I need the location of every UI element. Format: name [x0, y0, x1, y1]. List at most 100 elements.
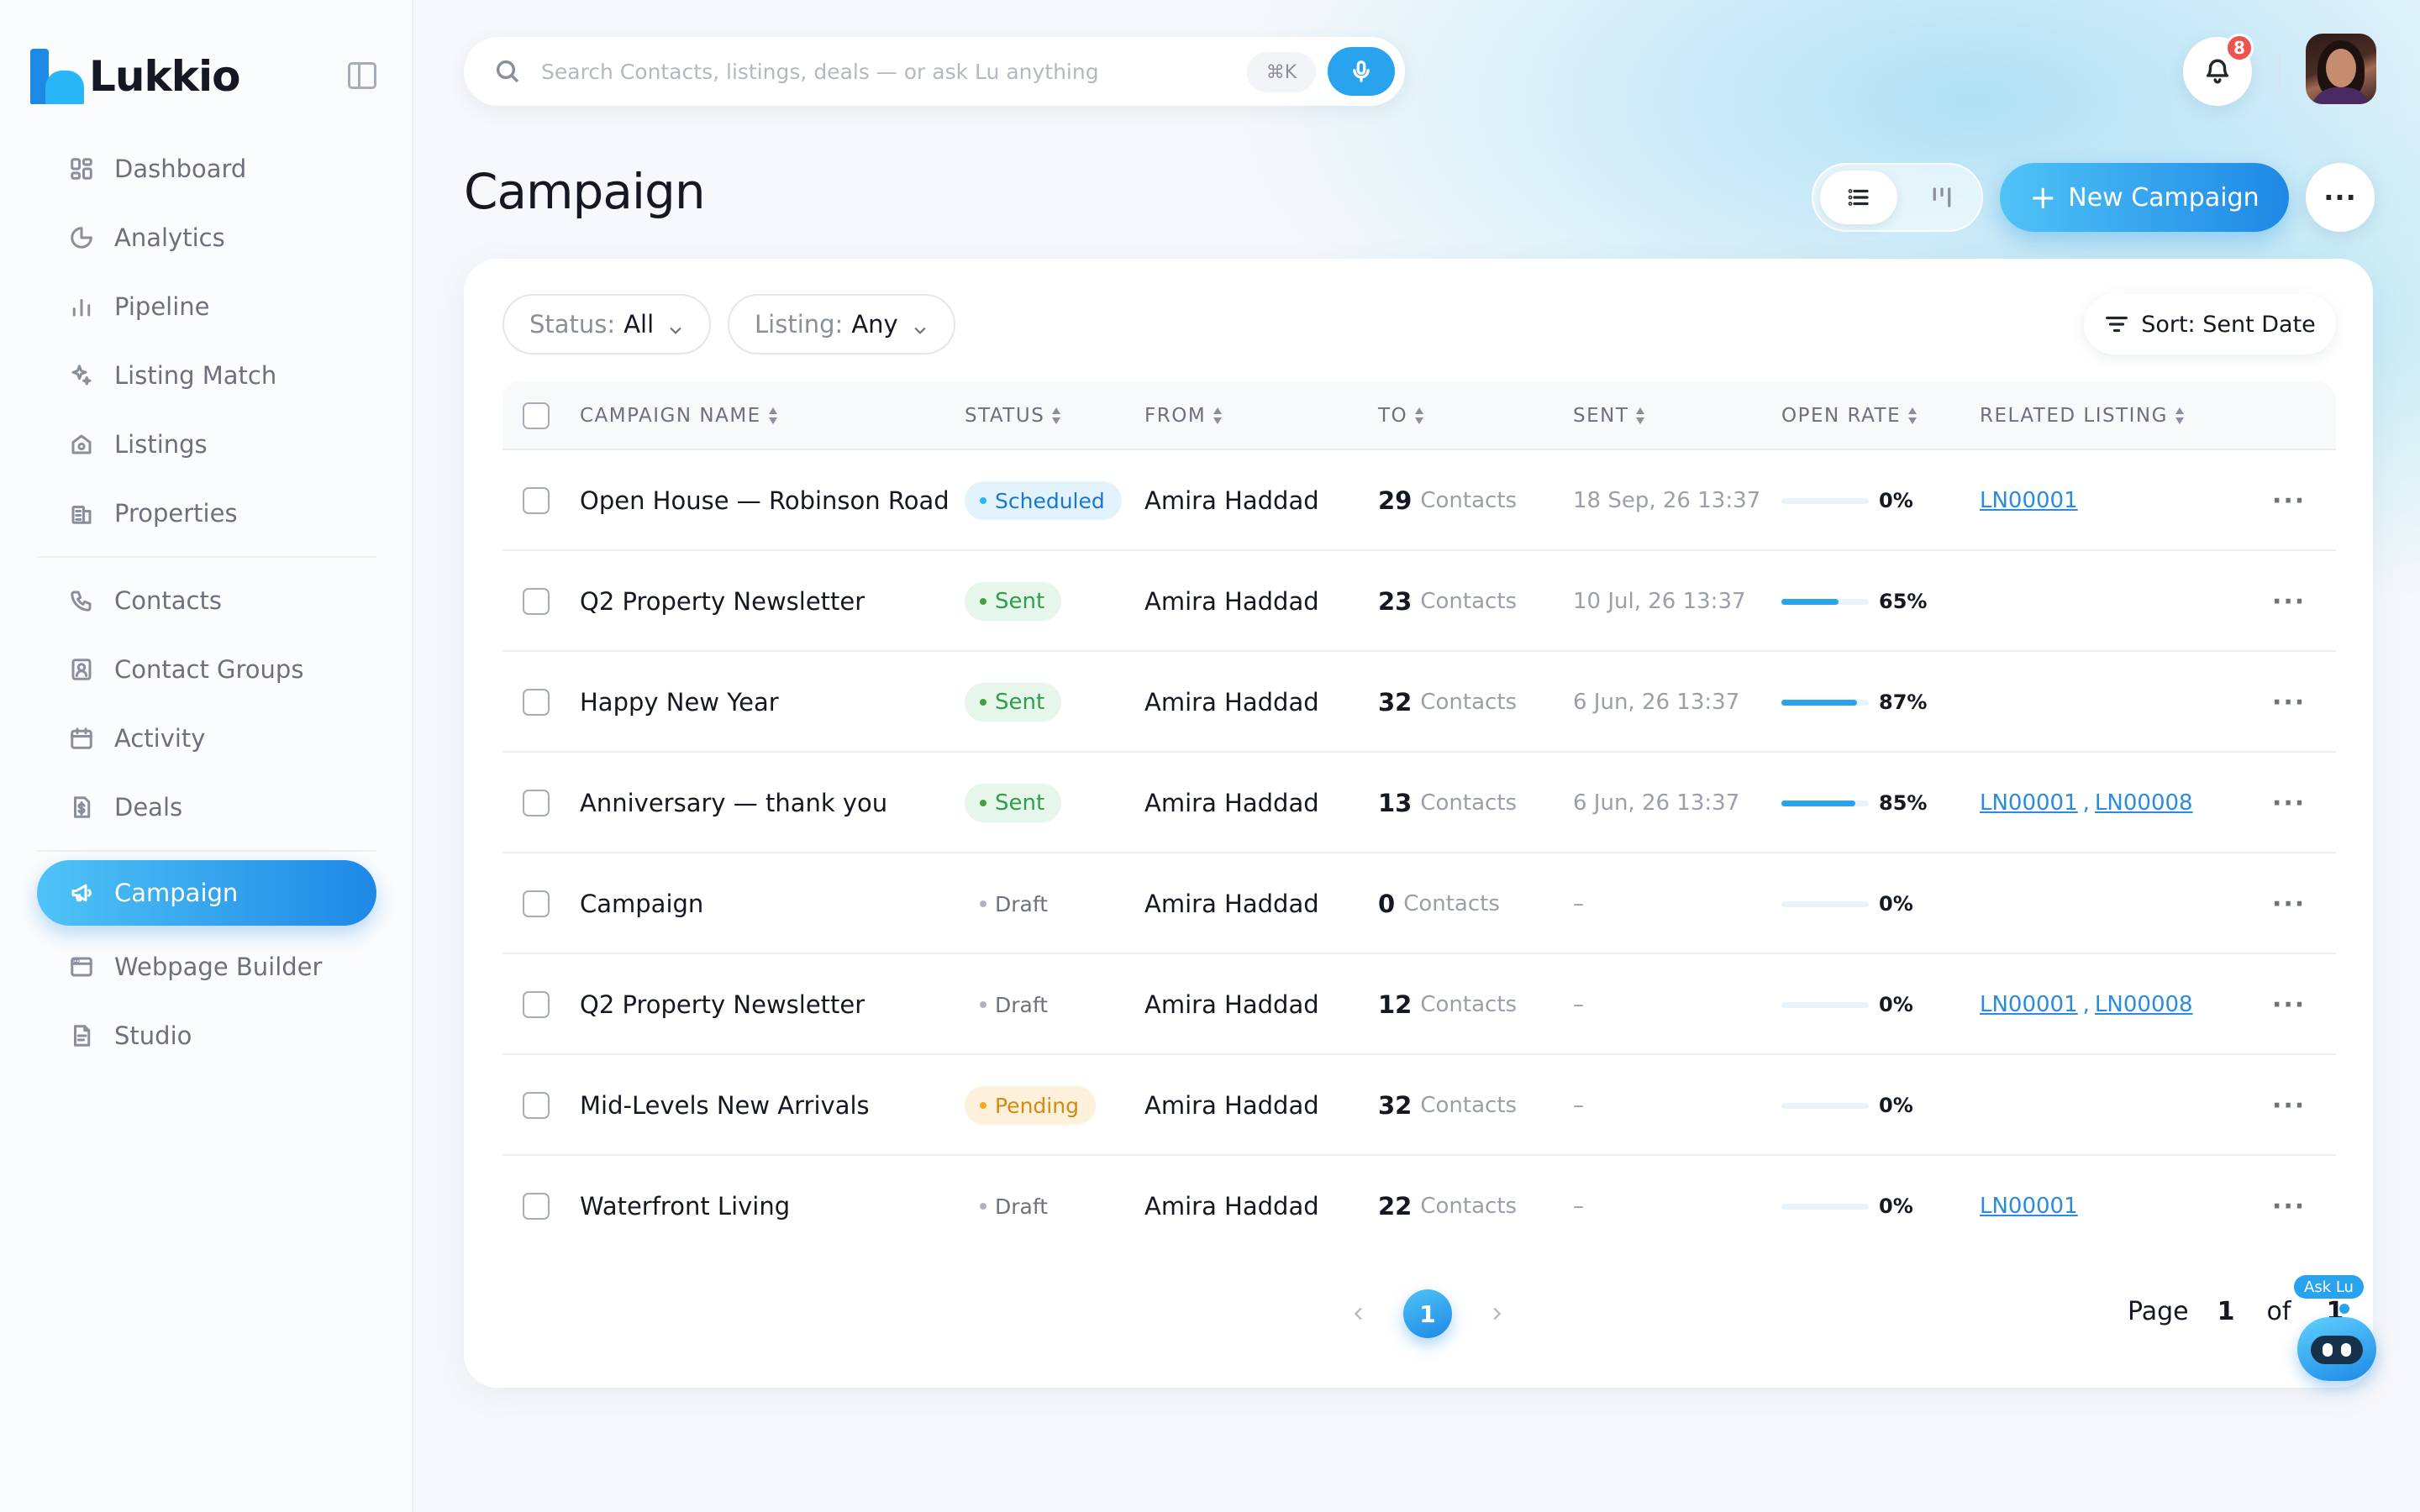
- table-row[interactable]: Q2 Property Newsletter Draft Amira Haddad 1…: [502, 954, 2336, 1055]
- search-input[interactable]: [541, 54, 1197, 89]
- sidebar-item-dashboard[interactable]: Dashboard: [37, 134, 376, 203]
- page-number[interactable]: 1: [2217, 1297, 2235, 1326]
- sidebar-item-contacts[interactable]: Contacts: [37, 566, 376, 635]
- column-related-listing[interactable]: RELATED LISTING: [1980, 381, 2185, 450]
- table-row[interactable]: Waterfront Living Draft Amira Haddad 22 Cont…: [502, 1156, 2336, 1257]
- table-row[interactable]: Anniversary — thank you Sent Amira Haddad 1…: [502, 753, 2336, 853]
- campaign-name[interactable]: Happy New Year: [580, 652, 779, 753]
- new-campaign-button[interactable]: + New Campaign: [2000, 163, 2289, 232]
- sent-date: 18 Sep, 26 13:37: [1573, 488, 1761, 513]
- list-view-button[interactable]: [1820, 171, 1897, 224]
- related-listing-link[interactable]: LN00001: [1980, 790, 2078, 816]
- row-more-icon[interactable]: ···: [2272, 652, 2306, 753]
- page-more-button[interactable]: ···: [2306, 163, 2375, 232]
- chevron-left-icon[interactable]: [1346, 1301, 1371, 1326]
- recipient-unit: Contacts: [1403, 891, 1500, 916]
- sidebar-item-deals[interactable]: Deals: [37, 773, 376, 842]
- row-more-icon[interactable]: ···: [2272, 1055, 2306, 1156]
- sidebar-item-analytics[interactable]: Analytics: [37, 203, 376, 272]
- sort-button[interactable]: Sort: Sent Date: [2084, 294, 2336, 354]
- row-checkbox[interactable]: [523, 1193, 550, 1220]
- related-listing-link[interactable]: LN00001: [1980, 1194, 2078, 1219]
- sidebar-item-pipeline[interactable]: Pipeline: [37, 272, 376, 341]
- related-listing-link[interactable]: LN00001: [1980, 992, 2078, 1017]
- campaign-name[interactable]: Q2 Property Newsletter: [580, 551, 865, 652]
- sidebar-item-activity[interactable]: Activity: [37, 704, 376, 773]
- row-checkbox[interactable]: [523, 991, 550, 1018]
- column-status[interactable]: STATUS: [965, 381, 1061, 450]
- microphone-icon: [1353, 60, 1370, 82]
- table-row[interactable]: Mid-Levels New Arrivals Pending Amira Hadd…: [502, 1055, 2336, 1156]
- campaign-name[interactable]: Q2 Property Newsletter: [580, 954, 865, 1055]
- campaign-name[interactable]: Mid-Levels New Arrivals: [580, 1055, 870, 1156]
- status-badge: Pending: [965, 1086, 1096, 1125]
- user-avatar[interactable]: [2306, 34, 2376, 104]
- sidebar-item-campaign[interactable]: Campaign: [37, 860, 376, 926]
- campaign-name[interactable]: Anniversary — thank you: [580, 753, 887, 853]
- column-to[interactable]: TO: [1378, 381, 1424, 450]
- sidebar-item-listing-match[interactable]: Listing Match: [37, 341, 376, 410]
- voice-search-button[interactable]: [1328, 47, 1395, 96]
- open-rate-bar: [1781, 800, 1869, 806]
- row-more-icon[interactable]: ···: [2272, 551, 2306, 652]
- chevron-right-icon[interactable]: [1484, 1301, 1509, 1326]
- table-row[interactable]: Q2 Property Newsletter Sent Amira Haddad 23…: [502, 551, 2336, 652]
- row-more-icon[interactable]: ···: [2272, 753, 2306, 853]
- open-rate-value: 0%: [1879, 892, 1913, 916]
- campaign-name[interactable]: Open House — Robinson Road: [580, 450, 950, 551]
- open-rate-bar: [1781, 1203, 1869, 1210]
- sidebar-item-properties[interactable]: Properties: [37, 479, 376, 548]
- campaign-name[interactable]: Waterfront Living: [580, 1156, 790, 1257]
- from-sender: Amira Haddad: [1144, 486, 1319, 515]
- sidebar-item-label: Pipeline: [114, 292, 210, 321]
- ask-lu-assistant[interactable]: Ask Lu: [2294, 1275, 2378, 1384]
- robot-antenna-icon: [2339, 1304, 2349, 1314]
- row-more-icon[interactable]: ···: [2272, 450, 2306, 551]
- sidebar-item-listings[interactable]: Listings: [37, 410, 376, 479]
- board-view-button[interactable]: [1904, 171, 1980, 224]
- phone-icon: [69, 588, 94, 613]
- sidebar-item-contact-groups[interactable]: Contact Groups: [37, 635, 376, 704]
- sidebar-item-studio[interactable]: Studio: [37, 1001, 376, 1070]
- campaign-name[interactable]: Campaign: [580, 853, 703, 954]
- open-rate-value: 0%: [1879, 489, 1913, 512]
- table-row[interactable]: Campaign Draft Amira Haddad 0 Contacts – 0% ···: [502, 853, 2336, 954]
- open-rate-fill: [1781, 598, 1839, 605]
- related-listing-link[interactable]: LN00001: [1980, 488, 2078, 513]
- row-more-icon[interactable]: ···: [2272, 954, 2306, 1055]
- sidebar-collapse-icon[interactable]: [348, 62, 376, 89]
- row-more-icon[interactable]: ···: [2272, 853, 2306, 954]
- table-row[interactable]: Open House — Robinson Road Scheduled Amira…: [502, 450, 2336, 551]
- row-checkbox[interactable]: [523, 487, 550, 514]
- related-listing-link[interactable]: LN00008: [2095, 790, 2193, 816]
- row-checkbox[interactable]: [523, 790, 550, 816]
- column-open-rate[interactable]: OPEN RATE: [1781, 381, 1918, 450]
- table-row[interactable]: Happy New Year Sent Amira Haddad 32 Contacts…: [502, 652, 2336, 753]
- browser-window-icon: [69, 954, 94, 979]
- listing-separator: ,: [2082, 992, 2090, 1017]
- status-badge: Draft: [965, 885, 1065, 923]
- related-listing-link[interactable]: LN00008: [2095, 992, 2193, 1017]
- column-campaign-name[interactable]: CAMPAIGN NAME: [580, 381, 778, 450]
- sidebar-nav: Dashboard Analytics Pipeline Listing Match L…: [37, 134, 376, 1070]
- notifications-button[interactable]: 8: [2183, 34, 2254, 106]
- row-more-icon[interactable]: ···: [2272, 1156, 2306, 1257]
- select-all-checkbox[interactable]: [523, 402, 550, 429]
- row-checkbox[interactable]: [523, 1092, 550, 1119]
- pagination: 1: [1346, 1289, 1509, 1339]
- row-checkbox[interactable]: [523, 689, 550, 716]
- row-checkbox[interactable]: [523, 588, 550, 615]
- brand[interactable]: Lukkio: [30, 47, 240, 106]
- status-filter[interactable]: Status: All: [502, 294, 712, 354]
- related-listing: LN00001, LN00008: [1980, 954, 2193, 1055]
- recipient-unit: Contacts: [1420, 690, 1518, 715]
- row-checkbox[interactable]: [523, 890, 550, 917]
- page-button-current[interactable]: 1: [1403, 1289, 1452, 1338]
- column-sent[interactable]: SENT: [1573, 381, 1645, 450]
- status-dot-icon: [980, 1001, 986, 1008]
- column-from[interactable]: FROM: [1144, 381, 1223, 450]
- sidebar-item-label: Listings: [114, 430, 208, 459]
- listing-filter[interactable]: Listing: Any: [728, 294, 955, 354]
- sidebar-item-webpage-builder[interactable]: Webpage Builder: [37, 932, 376, 1001]
- recipient-unit: Contacts: [1420, 589, 1518, 614]
